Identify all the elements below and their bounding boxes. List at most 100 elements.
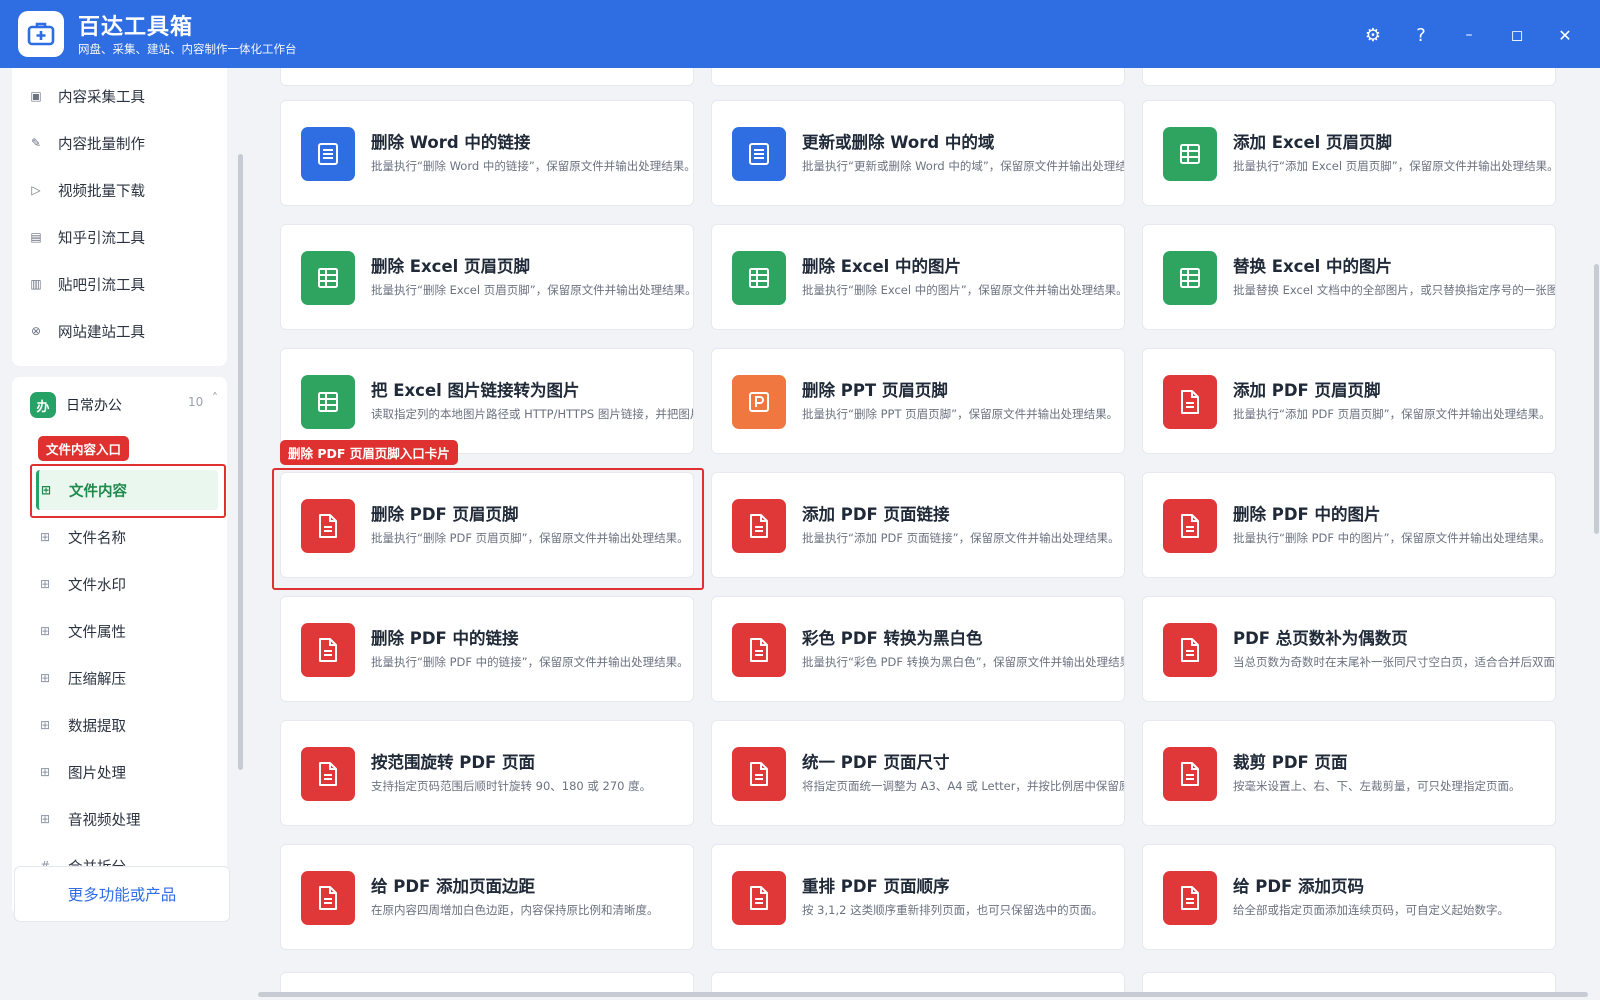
maximize-button[interactable]: ◻ — [1502, 20, 1532, 50]
title-bar: 百达工具箱 网盘、采集、建站、内容制作一体化工作台 ⚙ ? – ◻ ✕ — [0, 0, 1600, 68]
sidebar-subitem-file-props[interactable]: ⊞ 文件属性 — [38, 611, 218, 651]
collect-icon: ▣ — [30, 89, 42, 103]
sidebar-item-batch-make[interactable]: ✎ 内容批量制作 — [28, 123, 218, 163]
annotation-box-card — [272, 468, 704, 590]
settings-icon[interactable]: ⚙ — [1358, 20, 1388, 50]
sidebar-subitem-data-extract[interactable]: ⊞ 数据提取 — [38, 705, 218, 745]
pdf-file-icon — [1163, 871, 1217, 925]
card-description: 批量执行“添加 PDF 页面链接”，保留原文件并输出处理结果。 — [802, 531, 1120, 545]
card-description: 批量执行“删除 PDF 中的链接”，保留原文件并输出处理结果。 — [371, 655, 689, 669]
card-description: 将指定页面统一调整为 A3、A4 或 Letter，并按比例居中保留原 — [802, 779, 1125, 793]
tool-card[interactable]: 删除 Word 中的链接 批量执行“删除 Word 中的链接”，保留原文件并输出处… — [280, 100, 694, 206]
card-description: 给全部或指定页面添加连续页码，可自定义起始数字。 — [1233, 903, 1509, 917]
pdf-file-icon — [732, 747, 786, 801]
grid-icon: ⊞ — [39, 530, 51, 544]
website-icon: ⊗ — [30, 324, 42, 338]
sidebar-item-label: 文件名称 — [68, 530, 126, 547]
close-button[interactable]: ✕ — [1550, 20, 1580, 50]
card-title: PDF 总页数补为偶数页 — [1233, 629, 1408, 648]
card-title: 给 PDF 添加页码 — [1233, 877, 1365, 896]
sidebar-scrollbar[interactable] — [238, 154, 243, 770]
tieba-icon: ▥ — [30, 277, 42, 291]
sidebar-subitem-watermark[interactable]: ⊞ 文件水印 — [38, 564, 218, 604]
sidebar-subitem-compress[interactable]: ⊞ 压缩解压 — [38, 658, 218, 698]
grid-icon: ⊞ — [39, 812, 51, 826]
card-title: 把 Excel 图片链接转为图片 — [371, 381, 580, 400]
collapse-caret-icon[interactable]: ˄ — [212, 391, 218, 405]
tool-card[interactable]: 更新或删除 Word 中的域 批量执行“更新或删除 Word 中的域”，保留原文件… — [711, 100, 1125, 206]
edit-icon: ✎ — [30, 136, 42, 150]
sidebar-item-label: 图片处理 — [68, 765, 126, 782]
help-icon[interactable]: ? — [1406, 20, 1436, 50]
minimize-button[interactable]: – — [1454, 20, 1484, 50]
card-title: 删除 PDF 中的链接 — [371, 629, 519, 648]
card-title: 删除 PDF 中的图片 — [1233, 505, 1381, 524]
app-title: 百达工具箱 — [78, 15, 194, 40]
card-title: 按范围旋转 PDF 页面 — [371, 753, 536, 772]
excel-sheet-icon — [732, 251, 786, 305]
tool-card[interactable]: 删除 Excel 中的图片 批量执行“删除 Excel 中的图片”，保留原文件并输… — [711, 224, 1125, 330]
pdf-file-icon — [1163, 375, 1217, 429]
tool-card[interactable]: 替换 Excel 中的图片批量替换 Excel 文档中的全部图片，或只替换指定序… — [1142, 224, 1556, 330]
tool-card[interactable]: 重排 PDF 页面顺序按 3,1,2 这类顺序重新排列页面，也可只保留选中的页面… — [711, 844, 1125, 950]
sidebar-item-label: 文件属性 — [68, 624, 126, 641]
tool-card[interactable]: 给 PDF 添加页码给全部或指定页面添加连续页码，可自定义起始数字。 — [1142, 844, 1556, 950]
tool-card[interactable]: 删除 PPT 页眉页脚批量执行“删除 PPT 页眉页脚”，保留原文件并输出处理结… — [711, 348, 1125, 454]
tool-card[interactable]: 添加 Excel 页眉页脚 批量执行“添加 Excel 页眉页脚”，保留原文件并输… — [1142, 100, 1556, 206]
card-title: 替换 Excel 中的图片 — [1233, 257, 1393, 276]
main-vertical-scrollbar[interactable] — [1594, 264, 1599, 534]
pdf-file-icon — [301, 871, 355, 925]
word-doc-icon — [301, 127, 355, 181]
card-description: 当总页数为奇数时在末尾补一张同尺寸空白页，适合合并后双面打印 — [1233, 655, 1556, 669]
tool-card[interactable]: PDF 总页数补为偶数页当总页数为奇数时在末尾补一张同尺寸空白页，适合合并后双面… — [1142, 596, 1556, 702]
tool-card[interactable]: 裁剪 PDF 页面按毫米设置上、右、下、左裁剪量，可只处理指定页面。 — [1142, 720, 1556, 826]
card-description: 批量执行“删除 Excel 中的图片”，保留原文件并输出处理结果。 — [802, 283, 1125, 297]
card-description: 批量替换 Excel 文档中的全部图片，或只替换指定序号的一张图片。 — [1233, 283, 1556, 297]
sidebar-item-collect[interactable]: ▣ 内容采集工具 — [28, 76, 218, 116]
grid-icon: ⊞ — [39, 718, 51, 732]
excel-sheet-icon — [301, 375, 355, 429]
sidebar-item-label: 数据提取 — [68, 718, 126, 735]
main-horizontal-scrollbar[interactable] — [258, 992, 1588, 997]
card-description: 批量执行“彩色 PDF 转换为黑白色”，保留原文件并输出处理结果。 — [802, 655, 1125, 669]
card-title: 裁剪 PDF 页面 — [1233, 753, 1348, 772]
card-title: 添加 Excel 页眉页脚 — [1233, 133, 1393, 152]
card-description: 批量执行“删除 PPT 页眉页脚”，保留原文件并输出处理结果。 — [802, 407, 1119, 421]
tool-card[interactable]: 统一 PDF 页面尺寸 将指定页面统一调整为 A3、A4 或 Letter，并按比… — [711, 720, 1125, 826]
excel-sheet-icon — [1163, 127, 1217, 181]
card-description: 在原内容四周增加白色边距，内容保持原比例和清晰度。 — [371, 903, 659, 917]
card-title: 添加 PDF 页眉页脚 — [1233, 381, 1381, 400]
group-header[interactable]: 办 日常办公 — [30, 391, 122, 419]
tool-card[interactable]: 按范围旋转 PDF 页面支持指定页码范围后顺时针旋转 90、180 或 270 … — [280, 720, 694, 826]
card-description: 批量执行“添加 PDF 页眉页脚”，保留原文件并输出处理结果。 — [1233, 407, 1551, 421]
sidebar-item-video-download[interactable]: ▷ 视频批量下载 — [28, 170, 218, 210]
tool-card[interactable]: 删除 Excel 页眉页脚 批量执行“删除 Excel 页眉页脚”，保留原文件并输… — [280, 224, 694, 330]
card-title: 彩色 PDF 转换为黑白色 — [802, 629, 983, 648]
grid-icon: ⊞ — [39, 624, 51, 638]
pdf-file-icon — [301, 623, 355, 677]
tool-card[interactable]: 把 Excel 图片链接转为图片 读取指定列的本地图片路径或 HTTP/HTTPS… — [280, 348, 694, 454]
tool-card[interactable]: 删除 PDF 中的图片 批量执行“删除 PDF 中的图片”，保留原文件并输出处理结… — [1142, 472, 1556, 578]
card-title: 删除 PPT 页眉页脚 — [802, 381, 948, 400]
tool-card[interactable]: 添加 PDF 页面链接 批量执行“添加 PDF 页面链接”，保留原文件并输出处理结… — [711, 472, 1125, 578]
card-description: 按毫米设置上、右、下、左裁剪量，可只处理指定页面。 — [1233, 779, 1521, 793]
pdf-file-icon — [1163, 747, 1217, 801]
sidebar-item-website[interactable]: ⊗ 网站建站工具 — [28, 311, 218, 351]
more-products-button[interactable]: 更多功能或产品 — [14, 866, 230, 922]
card-description: 支持指定页码范围后顺时针旋转 90、180 或 270 度。 — [371, 779, 652, 793]
annotation-tag-sidebar: 文件内容入口 — [38, 436, 130, 461]
card-partial-bottom — [711, 972, 1125, 992]
tool-card[interactable]: 添加 PDF 页眉页脚批量执行“添加 PDF 页眉页脚”，保留原文件并输出处理结… — [1142, 348, 1556, 454]
sidebar-subitem-av[interactable]: ⊞ 音视频处理 — [38, 799, 218, 839]
sidebar-item-label: 内容批量制作 — [58, 136, 145, 153]
sidebar-subitem-file-name[interactable]: ⊞ 文件名称 — [38, 517, 218, 557]
annotation-tag-card: 删除 PDF 页眉页脚入口卡片 — [280, 440, 458, 465]
card-partial-top — [280, 68, 694, 86]
tool-card[interactable]: 给 PDF 添加页面边距 在原内容四周增加白色边距，内容保持原比例和清晰度。 — [280, 844, 694, 950]
tool-card[interactable]: 删除 PDF 中的链接批量执行“删除 PDF 中的链接”，保留原文件并输出处理结… — [280, 596, 694, 702]
tool-card[interactable]: 彩色 PDF 转换为黑白色批量执行“彩色 PDF 转换为黑白色”，保留原文件并输… — [711, 596, 1125, 702]
card-description: 批量执行“删除 Excel 页眉页脚”，保留原文件并输出处理结果。 — [371, 283, 694, 297]
sidebar-item-zhihu[interactable]: ▤ 知乎引流工具 — [28, 217, 218, 257]
sidebar-subitem-image[interactable]: ⊞ 图片处理 — [38, 752, 218, 792]
sidebar-item-tieba[interactable]: ▥ 贴吧引流工具 — [28, 264, 218, 304]
